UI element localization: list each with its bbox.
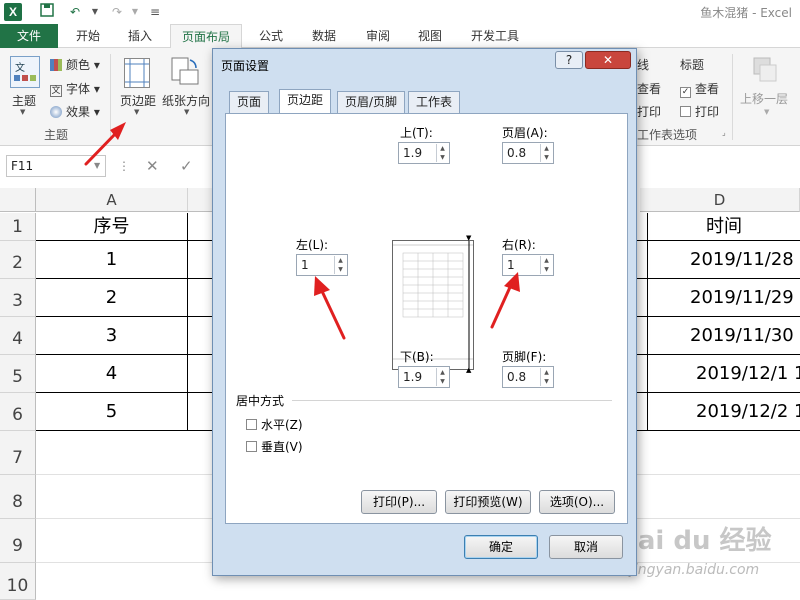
annotation-arrows (84, 122, 520, 340)
arrow-to-right-margin-icon (490, 272, 520, 329)
excel-window: X ↶ ▼ ↷ ▼ ≡ 鱼木混猪 - Excel 文件 开始 插入 页面布局 公… (0, 0, 800, 600)
arrow-to-left-margin-icon (314, 276, 346, 340)
arrow-to-margins-icon (84, 122, 126, 166)
